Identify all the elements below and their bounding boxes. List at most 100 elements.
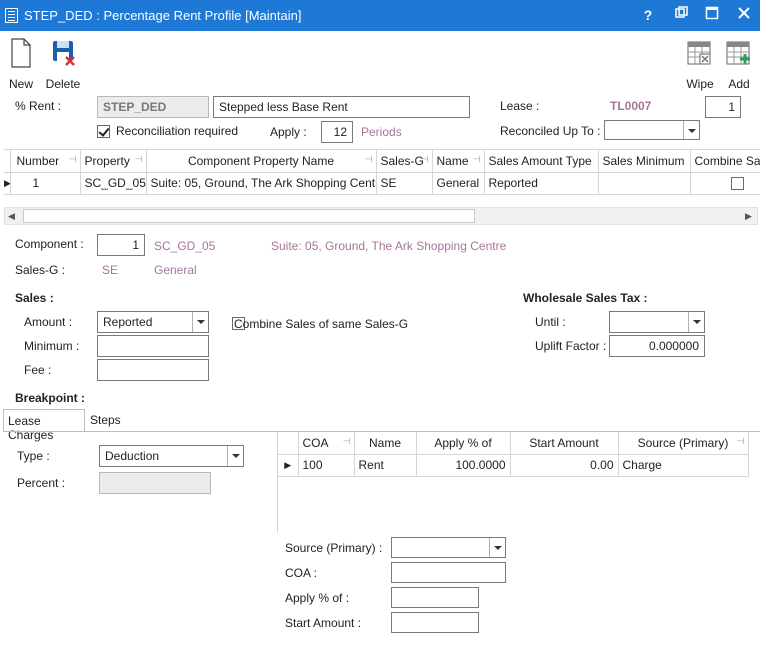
col-name[interactable]: Name xyxy=(354,432,417,455)
tab-steps[interactable]: Steps xyxy=(90,413,121,427)
minimum-input[interactable] xyxy=(97,335,209,357)
type-select[interactable]: Deduction xyxy=(99,445,244,467)
chevron-down-icon xyxy=(192,312,208,332)
wipe-button[interactable]: Wipe xyxy=(684,36,716,91)
fee-label: Fee : xyxy=(24,363,52,377)
rent-code-field: STEP_DED xyxy=(97,96,209,118)
reconciliation-checkbox[interactable] xyxy=(97,125,110,139)
reconciled-up-to-select[interactable] xyxy=(604,120,700,140)
cell-coa[interactable]: 100 xyxy=(298,454,355,477)
pin-icon[interactable]: ⊣ xyxy=(421,154,429,165)
component-number-input[interactable]: 1 xyxy=(97,234,145,256)
chevron-down-icon xyxy=(688,312,704,332)
col-sales-minimum[interactable]: Sales Minimum xyxy=(598,150,691,173)
pin-icon[interactable]: ⊣ xyxy=(135,154,143,165)
col-start-amount[interactable]: Start Amount xyxy=(510,432,619,455)
col-number[interactable]: Number ⊣ xyxy=(10,150,81,173)
maximize-icon[interactable] xyxy=(702,5,722,25)
start-amount-label: Start Amount : xyxy=(285,616,362,630)
chevron-down-icon xyxy=(683,121,699,139)
start-amount-input[interactable] xyxy=(391,612,479,633)
wst-header: Wholesale Sales Tax : xyxy=(523,291,648,305)
col-property[interactable]: Property ⊣ xyxy=(80,150,147,173)
source-primary-select[interactable] xyxy=(391,537,506,558)
uplift-input[interactable]: 0.000000 xyxy=(609,335,705,357)
scroll-right-icon[interactable]: ▶ xyxy=(745,211,752,222)
add-grid-icon xyxy=(726,41,750,65)
apply-percent-label: Apply % of : xyxy=(285,591,350,605)
window-title: STEP_DED : Percentage Rent Profile [Main… xyxy=(24,8,302,23)
sales-header: Sales : xyxy=(15,291,54,305)
title-bar: STEP_DED : Percentage Rent Profile [Main… xyxy=(0,0,760,31)
apply-percent-input[interactable] xyxy=(391,587,479,608)
type-label: Type : xyxy=(17,449,50,463)
cell-name[interactable]: General xyxy=(432,172,485,195)
rent-description-input[interactable]: Stepped less Base Rent xyxy=(213,96,470,118)
until-label: Until : xyxy=(535,315,566,329)
col-component-name[interactable]: Component Property Name ⊣ xyxy=(146,150,377,173)
lease-number-input[interactable]: 1 xyxy=(705,96,741,118)
fee-input[interactable] xyxy=(97,359,209,381)
restore-icon[interactable] xyxy=(672,5,692,25)
cell-component-name[interactable]: Suite: 05, Ground, The Ark Shopping Cent… xyxy=(146,172,377,195)
row-header-corner xyxy=(278,432,299,455)
cell-start-amount[interactable]: 0.00 xyxy=(510,454,619,477)
breakpoint-label: Breakpoint : xyxy=(15,391,86,405)
cell-sales-amount-type[interactable]: Reported xyxy=(484,172,599,195)
cell-name[interactable]: Rent xyxy=(354,454,417,477)
col-source[interactable]: Source (Primary) ⊣ xyxy=(618,432,749,455)
col-sales-g[interactable]: Sales-G ⊣ xyxy=(376,150,433,173)
combine-checkbox[interactable] xyxy=(730,177,744,191)
col-combine-sale[interactable]: Combine Sale xyxy=(690,150,760,173)
coa-label: COA : xyxy=(285,566,318,580)
cell-combine[interactable] xyxy=(690,172,760,195)
table-row[interactable]: ▶ 1 SC_GD_05 Suite: 05, Ground, The Ark … xyxy=(4,172,760,195)
pin-icon[interactable]: ⊣ xyxy=(69,154,77,165)
pin-icon[interactable]: ⊣ xyxy=(343,436,351,447)
periods-label: Periods xyxy=(361,125,402,139)
pin-icon[interactable]: ⊣ xyxy=(473,154,481,165)
scrollbar-thumb[interactable] xyxy=(23,209,475,223)
percent-input xyxy=(99,472,211,494)
reconciled-up-to-label: Reconciled Up To : xyxy=(500,124,601,138)
cell-number[interactable]: 1 xyxy=(10,172,81,195)
coa-input[interactable] xyxy=(391,562,506,583)
scroll-left-icon[interactable]: ◀ xyxy=(8,211,15,222)
apply-input[interactable]: 12 xyxy=(321,121,353,143)
cell-sales-minimum[interactable] xyxy=(598,172,691,195)
col-coa[interactable]: COA ⊣ xyxy=(298,432,355,455)
delete-button[interactable]: Delete xyxy=(44,36,82,91)
horizontal-scrollbar[interactable]: ◀ ▶ xyxy=(4,207,758,225)
main-grid-header: Number ⊣ Property ⊣ Component Property Nam… xyxy=(4,150,760,173)
tab-lease-charges[interactable]: Lease Charges xyxy=(3,409,85,442)
chevron-down-icon xyxy=(227,446,243,466)
amount-label: Amount : xyxy=(24,315,73,329)
component-label: Component : xyxy=(15,237,84,251)
delete-save-icon xyxy=(53,41,75,66)
pin-icon[interactable]: ⊣ xyxy=(737,436,745,447)
cell-source[interactable]: Charge xyxy=(618,454,749,477)
add-button[interactable]: Add xyxy=(722,36,756,91)
combine-sales-label: Combine Sales of same Sales-G xyxy=(234,317,409,331)
col-sales-amount-type[interactable]: Sales Amount Type xyxy=(484,150,599,173)
col-apply[interactable]: Apply % of xyxy=(416,432,511,455)
new-document-icon xyxy=(11,38,31,68)
chevron-down-icon xyxy=(489,538,505,557)
cell-apply[interactable]: 100.0000 xyxy=(416,454,511,477)
until-select[interactable] xyxy=(609,311,705,333)
apply-label: Apply : xyxy=(270,125,307,139)
amount-select[interactable]: Reported xyxy=(97,311,209,333)
help-button[interactable]: ? xyxy=(638,5,658,25)
minimum-label: Minimum : xyxy=(24,339,80,353)
new-button[interactable]: New xyxy=(4,36,38,91)
table-row[interactable]: ▶ 100 Rent 100.0000 0.00 Charge xyxy=(278,454,749,477)
pin-icon[interactable]: ⊣ xyxy=(365,154,373,165)
charges-grid: COA ⊣ Name Apply % of Start Amount Source… xyxy=(277,432,760,533)
lease-link[interactable]: TL0007 xyxy=(610,99,651,113)
col-name[interactable]: Name ⊣ xyxy=(432,150,485,173)
close-icon[interactable] xyxy=(734,5,754,25)
cell-property[interactable]: SC_GD_05 xyxy=(80,172,147,195)
wipe-grid-icon xyxy=(687,41,711,65)
cell-sales-g[interactable]: SE xyxy=(376,172,433,195)
reconciliation-label: Reconciliation required xyxy=(116,124,239,138)
